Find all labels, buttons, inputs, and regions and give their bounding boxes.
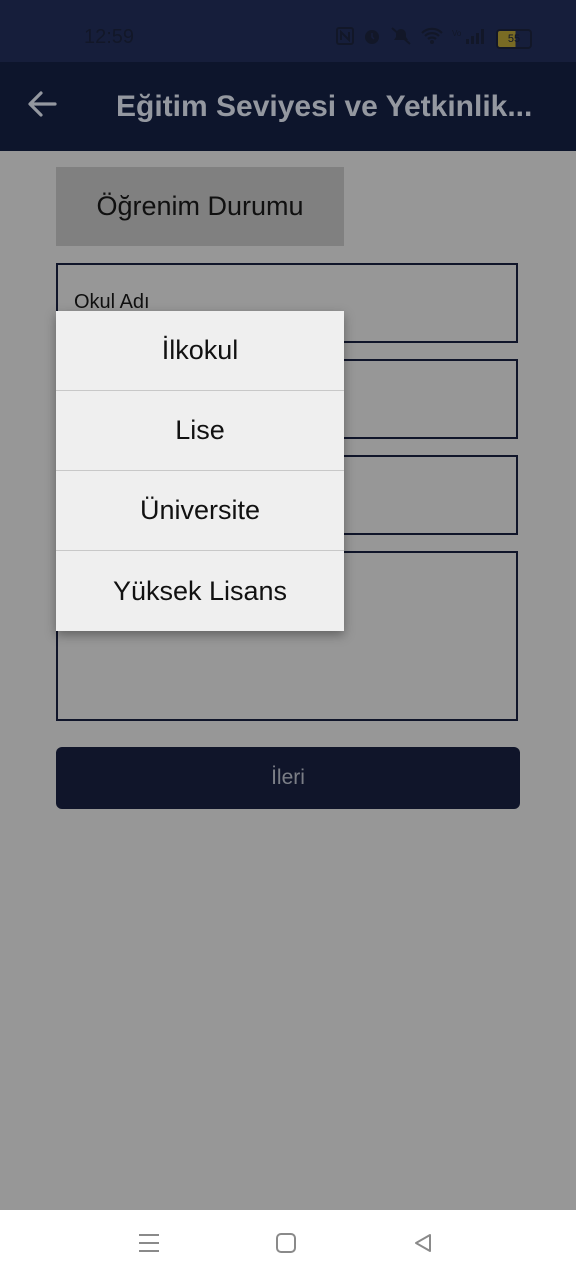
home-icon bbox=[275, 1232, 297, 1259]
education-level-dropdown: İlkokul Lise Üniversite Yüksek Lisans bbox=[56, 311, 344, 631]
system-back-button[interactable] bbox=[410, 1232, 436, 1258]
dropdown-option-ilkokul[interactable]: İlkokul bbox=[56, 311, 344, 391]
home-button[interactable] bbox=[273, 1232, 299, 1258]
screen: 12:59 Vo 55 Eğitim Seviyesi ve Yetkinlik… bbox=[0, 0, 576, 1280]
back-icon bbox=[412, 1232, 434, 1259]
status-scrim bbox=[0, 0, 576, 151]
dropdown-option-lise[interactable]: Lise bbox=[56, 391, 344, 471]
system-nav-bar bbox=[0, 1210, 576, 1280]
menu-icon bbox=[137, 1232, 161, 1259]
dropdown-option-yuksek-lisans[interactable]: Yüksek Lisans bbox=[56, 551, 344, 631]
menu-button[interactable] bbox=[136, 1232, 162, 1258]
modal-scrim[interactable] bbox=[0, 151, 576, 1210]
dropdown-option-universite[interactable]: Üniversite bbox=[56, 471, 344, 551]
